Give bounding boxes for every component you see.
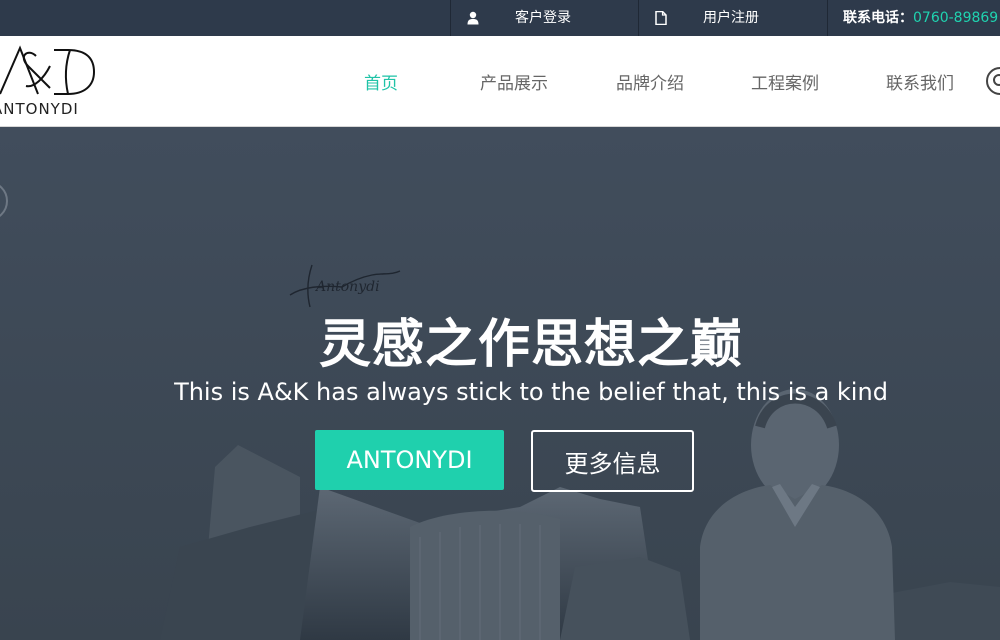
phone-label: 联系电话：: [843, 10, 913, 26]
logo-wordmark: ANTONYDI: [0, 100, 79, 118]
ghost-logo-icon: DI: [0, 185, 8, 246]
logo-mark-icon: [0, 45, 96, 95]
hero-subtitle: This is A&K has always stick to the beli…: [174, 378, 888, 406]
user-register-label: 用户注册: [703, 10, 759, 26]
file-icon: [655, 11, 667, 25]
site-header: ANTONYDI 首页 产品展示 品牌介绍 工程案例 联系我们: [0, 36, 1000, 127]
hero-title: 灵感之作思想之巅: [318, 315, 743, 375]
user-icon: [467, 11, 479, 25]
hero-banner: DI Antonydi 灵感之作思想之巅 This is A&K has alw…: [0, 127, 1000, 640]
user-register-link[interactable]: 用户注册: [638, 0, 828, 36]
nav-item-products[interactable]: 产品展示: [480, 69, 548, 94]
nav-item-home[interactable]: 首页: [364, 69, 398, 94]
brand-logo[interactable]: ANTONYDI: [0, 42, 98, 122]
svg-text:Antonydi: Antonydi: [314, 279, 380, 295]
antonydi-button[interactable]: ANTONYDI: [315, 430, 504, 490]
contact-phone: 联系电话：0760-89869: [827, 0, 1000, 36]
nav-item-projects[interactable]: 工程案例: [751, 69, 819, 94]
phone-number: 0760-89869: [913, 10, 999, 26]
nav-item-brand[interactable]: 品牌介绍: [616, 69, 684, 94]
customer-login-label: 客户登录: [515, 10, 571, 26]
search-icon[interactable]: [985, 66, 1000, 96]
top-utility-bar: 客户登录 用户注册 联系电话：0760-89869: [0, 0, 1000, 36]
nav-item-contact[interactable]: 联系我们: [886, 69, 954, 94]
svg-text:DI: DI: [0, 232, 1, 246]
customer-login-link[interactable]: 客户登录: [450, 0, 639, 36]
more-info-button[interactable]: 更多信息: [531, 430, 694, 492]
